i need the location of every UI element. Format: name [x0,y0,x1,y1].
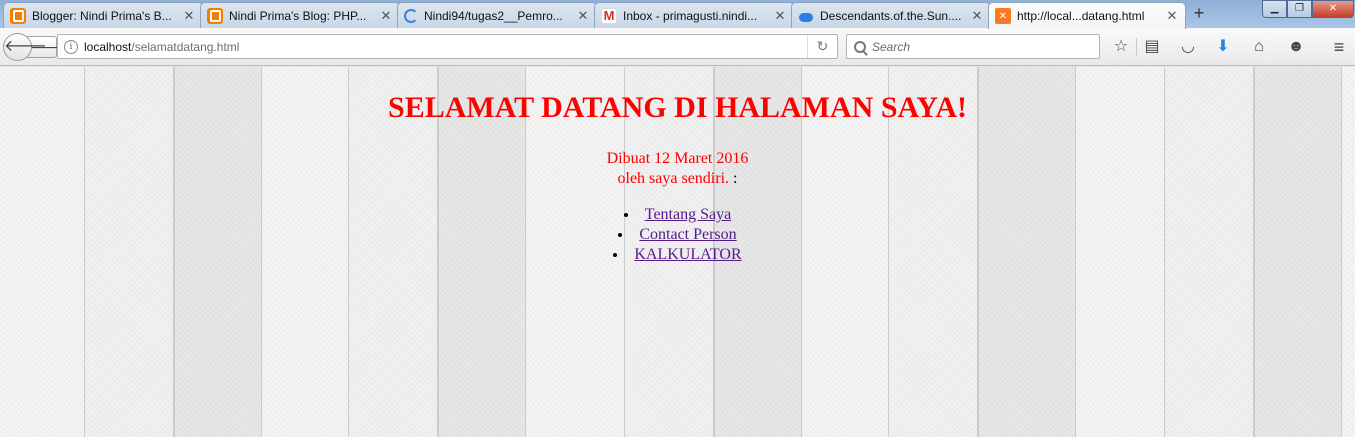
menu-icon[interactable]: ≡ [1328,36,1350,58]
tab-gmail-inbox[interactable]: M Inbox - primagusti.nindi... ✕ [594,2,794,28]
close-icon[interactable]: ✕ [773,8,787,24]
back-button[interactable]: 🡐 [3,33,47,61]
close-icon[interactable]: ✕ [1165,8,1179,24]
tab-title: Nindi94/tugas2__Pemro... [424,8,563,23]
address-bar[interactable]: i localhost /selamatdatang.html ↻ [57,34,838,59]
tab-blogger-blog[interactable]: Nindi Prima's Blog: PHP... ✕ [200,2,400,28]
tab-title: Nindi Prima's Blog: PHP... [229,8,367,23]
blogger-icon [207,7,223,24]
gmail-icon: M [601,7,617,24]
cloud-icon [798,8,814,24]
search-input[interactable] [872,39,1072,54]
window-close-button[interactable]: ✕ [1312,0,1354,18]
bookmarks-menu-icon[interactable]: ▤ [1141,36,1163,58]
close-icon[interactable]: ✕ [182,8,196,24]
minimize-button[interactable]: ▁ [1262,0,1287,18]
navigation-toolbar: 🡐 🡒 i localhost /selamatdatang.html ↻ ☆ … [0,28,1355,66]
tab-title: Inbox - primagusti.nindi... [623,8,758,23]
tab-title: Descendants.of.the.Sun.... [820,8,962,23]
tab-cloud-download[interactable]: Descendants.of.the.Sun.... ✕ [791,2,991,28]
window-controls: ▁ ❐ ✕ [1262,0,1354,18]
new-tab-button[interactable]: + [1186,2,1212,26]
pocket-icon[interactable]: ◡ [1177,36,1199,58]
list-item: Tentang Saya [0,205,1355,225]
author-text: oleh saya sendiri. [617,170,730,187]
page-credits: Dibuat 12 Maret 2016 oleh saya sendiri. … [0,149,1355,189]
close-icon[interactable]: ✕ [379,8,393,24]
tab-blogger-dashboard[interactable]: Blogger: Nindi Prima's B... ✕ [3,2,203,28]
hello-chat-icon[interactable]: ☻ [1285,36,1307,58]
page-title: SELAMAT DATANG DI HALAMAN SAYA! [388,91,967,124]
page-content: SELAMAT DATANG DI HALAMAN SAYA! Dibuat 1… [0,67,1355,265]
bookmark-star-icon[interactable]: ☆ [1110,36,1132,58]
close-icon[interactable]: ✕ [970,8,984,24]
tab-title: Blogger: Nindi Prima's B... [32,8,172,23]
search-icon [854,40,866,53]
tab-title: http://local...datang.html [1017,9,1145,23]
download-icon[interactable]: ⬇ [1212,36,1234,58]
page-viewport: SELAMAT DATANG DI HALAMAN SAYA! Dibuat 1… [0,67,1355,437]
home-icon[interactable]: ⌂ [1248,36,1270,58]
created-date-text: Dibuat 12 Maret 2016 [606,150,749,167]
close-icon[interactable]: ✕ [576,8,590,24]
author-suffix: : [729,170,738,187]
author-line: oleh saya sendiri. : [0,169,1355,189]
tab-selamat-datang[interactable]: ✕ http://local...datang.html ✕ [988,2,1186,29]
xampp-icon: ✕ [995,8,1011,24]
list-item: KALKULATOR [0,245,1355,265]
maximize-button[interactable]: ❐ [1287,0,1312,18]
url-path: /selamatdatang.html [131,39,240,54]
link-tentang-saya[interactable]: Tentang Saya [645,206,731,223]
arrow-left-icon: 🡐 [4,38,47,55]
link-contact-person[interactable]: Contact Person [639,226,736,243]
tab-github-repo[interactable]: Nindi94/tugas2__Pemro... ✕ [397,2,597,28]
back-forward-group: 🡐 🡒 [3,33,65,61]
site-info-icon[interactable]: i [64,39,78,54]
menu-list: Tentang Saya Contact Person KALKULATOR [0,205,1355,265]
reload-icon[interactable]: ↻ [807,35,837,58]
loading-spinner-icon [404,8,418,23]
search-bar[interactable] [846,34,1100,59]
list-item: Contact Person [0,225,1355,245]
blogger-icon [10,7,26,24]
link-kalkulator[interactable]: KALKULATOR [634,246,741,263]
tab-strip: Blogger: Nindi Prima's B... ✕ Nindi Prim… [0,0,1355,29]
url-host: localhost [84,39,132,54]
